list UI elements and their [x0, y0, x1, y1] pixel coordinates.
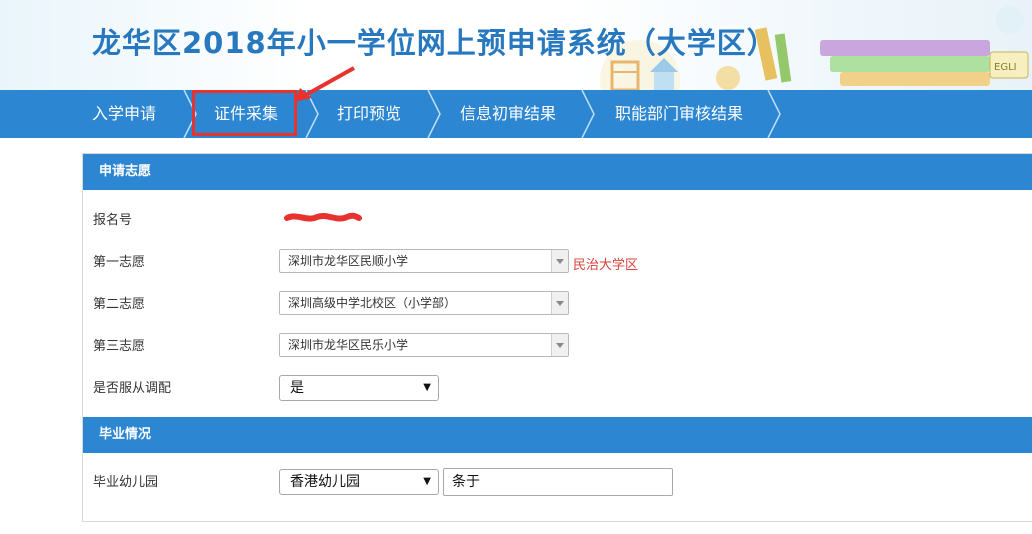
chevron-right-icon: [427, 90, 441, 138]
first-choice-select[interactable]: 深圳市龙华区民顺小学: [279, 249, 569, 273]
section-title: 申请志愿: [99, 164, 152, 179]
obey-allocation-select[interactable]: 是 ▼: [279, 375, 439, 401]
page-title: 龙华区2018年小一学位网上预申请系统（大学区）: [92, 26, 777, 60]
arrow-pointer-icon: [294, 66, 355, 102]
third-choice-value: 深圳市龙华区民乐小学: [288, 338, 409, 352]
nav-bar: 入学申请 证件采集 打印预览 信息初审结果 职能部门审核结果: [0, 90, 1032, 138]
dropdown-arrow-icon: ▼: [423, 476, 431, 487]
nav-item-department-review[interactable]: 职能部门审核结果: [615, 90, 743, 138]
nav-item-initial-review[interactable]: 信息初审结果: [460, 90, 556, 138]
dropdown-arrow-icon[interactable]: [551, 250, 568, 272]
dropdown-arrow-icon[interactable]: [551, 334, 568, 356]
obey-allocation-label: 是否服从调配: [93, 381, 172, 396]
obey-allocation-value: 是: [290, 380, 304, 396]
redaction-scribble: [284, 212, 362, 222]
section-header-graduation: 毕业情况: [83, 417, 1032, 453]
first-choice-value: 深圳市龙华区民顺小学: [288, 254, 409, 268]
application-panel: 申请志愿 报名号 第一志愿 深圳市龙华区民顺小学 民治大学区 第二志愿 深圳高级…: [82, 153, 1032, 522]
nav-item-enrollment[interactable]: 入学申请: [92, 90, 156, 138]
highlight-box: [192, 90, 297, 136]
second-choice-label: 第二志愿: [93, 297, 146, 312]
kindergarten-label: 毕业幼儿园: [93, 475, 159, 490]
dropdown-arrow-icon[interactable]: [551, 292, 568, 314]
section-header-application: 申请志愿: [83, 154, 1032, 190]
third-choice-label: 第三志愿: [93, 339, 146, 354]
chevron-right-icon: [767, 90, 781, 138]
dropdown-arrow-icon: ▼: [423, 382, 431, 393]
svg-text:EGLI: EGLI: [994, 62, 1017, 73]
school-zone-label: 民治大学区: [573, 258, 639, 273]
registration-label: 报名号: [93, 213, 133, 228]
kindergarten-name-input[interactable]: 条于: [443, 468, 673, 496]
kindergarten-region-value: 香港幼儿园: [290, 474, 360, 490]
section-title: 毕业情况: [99, 427, 152, 442]
second-choice-value: 深圳高级中学北校区（小学部）: [288, 296, 457, 310]
kindergarten-name-value: 条于: [452, 474, 480, 490]
header-banner: EGLI 龙华区2018年小一学位网上预申请系统（大学区）: [0, 0, 1032, 90]
first-choice-label: 第一志愿: [93, 255, 146, 270]
kindergarten-region-select[interactable]: 香港幼儿园 ▼: [279, 469, 439, 495]
third-choice-select[interactable]: 深圳市龙华区民乐小学: [279, 333, 569, 357]
second-choice-select[interactable]: 深圳高级中学北校区（小学部）: [279, 291, 569, 315]
chevron-right-icon: [581, 90, 595, 138]
